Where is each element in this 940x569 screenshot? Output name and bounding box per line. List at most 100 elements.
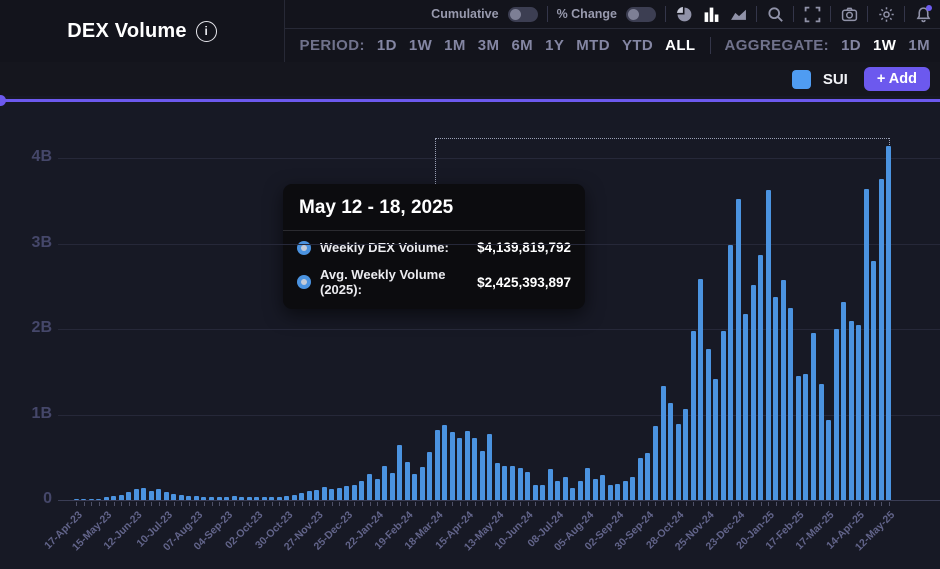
volume-bar[interactable] [217,497,222,500]
volume-bar[interactable] [630,477,635,500]
volume-bar[interactable] [201,497,206,500]
volume-bar[interactable] [661,386,666,500]
volume-bar[interactable] [615,484,620,500]
volume-bar[interactable] [382,466,387,500]
volume-bar[interactable] [826,420,831,500]
volume-bar[interactable] [427,452,432,500]
volume-bar[interactable] [307,491,312,500]
volume-bar[interactable] [156,489,161,500]
volume-bar[interactable] [89,499,94,500]
volume-bar[interactable] [465,431,470,500]
pie-chart-icon[interactable] [675,5,693,23]
volume-bar[interactable] [706,349,711,500]
volume-bar[interactable] [457,438,462,500]
volume-bar[interactable] [856,325,861,500]
volume-bar[interactable] [405,462,410,500]
volume-bar[interactable] [676,424,681,500]
range-slider-track[interactable] [0,99,940,102]
volume-bar[interactable] [555,481,560,500]
volume-bar[interactable] [104,497,109,500]
volume-bar[interactable] [435,430,440,500]
volume-bar[interactable] [563,477,568,500]
period-option-3m[interactable]: 3M [478,37,500,54]
volume-bar[interactable] [728,245,733,500]
volume-bar[interactable] [412,474,417,500]
volume-bar[interactable] [179,495,184,500]
volume-bar[interactable] [796,376,801,500]
volume-bar[interactable] [292,495,297,500]
volume-bar[interactable] [623,481,628,500]
bell-icon[interactable] [914,5,932,23]
volume-bar[interactable] [96,499,101,500]
sui-series-label[interactable]: SUI [823,71,848,88]
volume-bar[interactable] [548,469,553,500]
volume-bar[interactable] [721,331,726,500]
volume-bar[interactable] [743,314,748,500]
volume-bar[interactable] [653,426,658,500]
volume-bar[interactable] [495,463,500,500]
volume-bar[interactable] [262,497,267,500]
sui-series-swatch[interactable] [792,70,811,89]
period-option-1m[interactable]: 1M [444,37,466,54]
volume-bar[interactable] [803,374,808,500]
volume-bar[interactable] [608,485,613,500]
volume-bar[interactable] [352,485,357,500]
aggregate-option-1d[interactable]: 1D [841,37,861,54]
volume-bar[interactable] [502,466,507,500]
volume-bar[interactable] [645,453,650,500]
volume-bar[interactable] [269,497,274,500]
volume-bar[interactable] [487,434,492,500]
volume-bar[interactable] [359,481,364,500]
volume-bar[interactable] [638,458,643,500]
period-option-ytd[interactable]: YTD [622,37,653,54]
period-option-1d[interactable]: 1D [377,37,397,54]
bar-chart-icon[interactable] [702,5,720,23]
volume-bar[interactable] [691,331,696,500]
volume-bar[interactable] [126,492,131,500]
volume-bar[interactable] [698,279,703,500]
volume-bar[interactable] [758,255,763,500]
volume-bar[interactable] [788,308,793,500]
info-icon[interactable]: i [196,21,217,42]
volume-bar[interactable] [766,190,771,500]
volume-bar[interactable] [480,451,485,500]
volume-bar[interactable] [314,490,319,500]
volume-bar[interactable] [284,496,289,500]
gear-icon[interactable] [877,5,895,23]
volume-bar[interactable] [224,497,229,500]
volume-bar[interactable] [239,497,244,500]
volume-bar[interactable] [871,261,876,500]
volume-bar[interactable] [683,409,688,500]
volume-bar[interactable] [164,492,169,500]
volume-bar[interactable] [390,473,395,500]
volume-bar[interactable] [74,499,79,500]
volume-bar[interactable] [781,280,786,500]
volume-bar[interactable] [773,297,778,500]
volume-bar[interactable] [111,496,116,500]
volume-bar[interactable] [397,445,402,500]
camera-icon[interactable] [840,5,858,23]
aggregate-option-1w[interactable]: 1W [873,37,896,54]
volume-bar[interactable] [141,488,146,500]
volume-bar[interactable] [819,384,824,500]
volume-bar[interactable] [518,468,523,500]
period-option-1y[interactable]: 1Y [545,37,564,54]
volume-bar[interactable] [81,499,86,500]
period-option-1w[interactable]: 1W [409,37,432,54]
volume-bar[interactable] [668,403,673,500]
volume-bar[interactable] [277,497,282,500]
volume-bar[interactable] [209,497,214,500]
volume-bar[interactable] [713,379,718,500]
volume-bar[interactable] [171,494,176,500]
area-chart-icon[interactable] [729,5,747,23]
volume-bar[interactable] [194,496,199,500]
volume-bar[interactable] [593,479,598,500]
volume-bar[interactable] [540,485,545,500]
volume-bar[interactable] [442,425,447,500]
volume-bar[interactable] [329,489,334,500]
volume-bar[interactable] [849,321,854,500]
volume-bar[interactable] [811,333,816,500]
range-slider-left-handle[interactable] [0,95,6,106]
volume-bar[interactable] [337,488,342,500]
volume-bar[interactable] [119,495,124,500]
